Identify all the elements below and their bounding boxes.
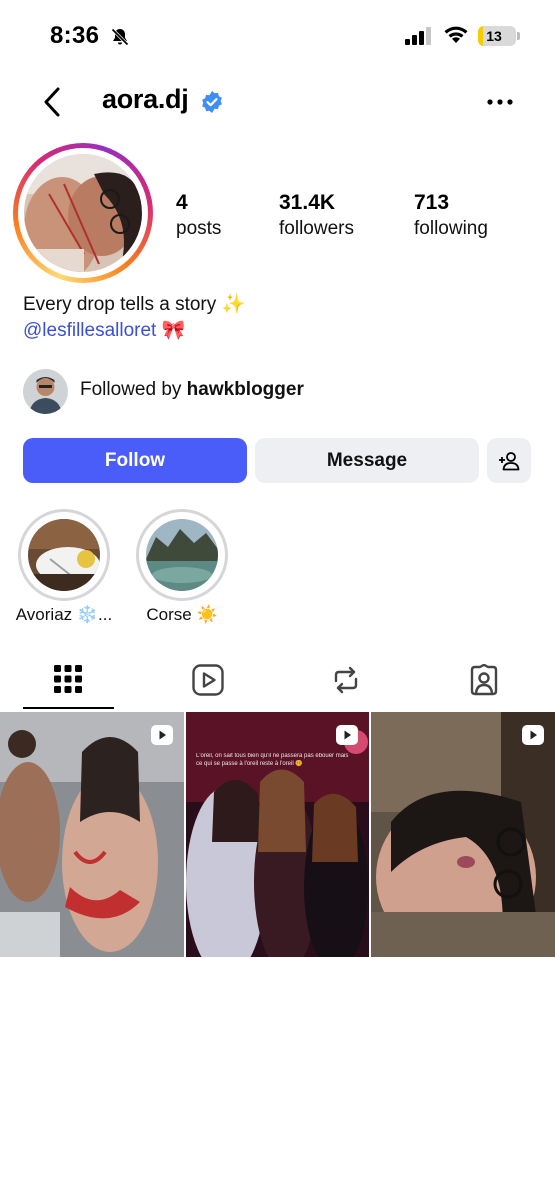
battery-indicator: 13 [478,26,516,46]
post-caption-overlay: L'oreil, on sait tous bien qu'il ne pass… [196,753,349,767]
followed-by-text[interactable]: Followed by hawkblogger [80,379,304,401]
stat-following-value: 713 [414,191,450,214]
more-horizontal-icon [487,99,513,105]
bio-mention-link[interactable]: @lesfillesalloret 🎀 [23,318,185,342]
highlight-label: Corse ☀️ [146,605,218,624]
highlight-cover-image [28,519,100,591]
battery-level: 13 [486,28,502,44]
post-thumbnail[interactable] [0,712,184,957]
highlight-label: Avoriaz ❄️... [15,605,113,624]
reel-play-icon [522,725,544,745]
verified-badge-icon [202,91,222,113]
stat-posts[interactable]: 4 posts [176,190,221,242]
suggested-accounts-button[interactable] [487,438,531,483]
post-thumbnail[interactable] [371,712,555,957]
tab-reels[interactable] [162,660,252,712]
cellular-signal-icon [405,27,431,45]
grid-icon [54,665,82,693]
add-person-icon [499,452,520,471]
stat-following[interactable]: 713 following [414,190,488,242]
post-thumbnail[interactable]: L'oreil, on sait tous bien qu'il ne pass… [186,712,369,957]
stat-followers-value: 31.4K [279,191,336,214]
more-options-button[interactable] [484,90,516,114]
bio-text: Every drop tells a story ✨ [23,294,246,315]
mutual-follower-avatar[interactable] [23,369,68,414]
profile-username: aora.dj [102,84,189,114]
stat-followers-label: followers [279,218,354,239]
status-time: 8:36 [50,22,100,49]
status-bar: 8:36 13 [0,0,555,70]
profile-avatar[interactable] [13,143,153,283]
battery-tip [517,32,520,40]
tab-tagged[interactable] [438,660,528,712]
followed-by-username: hawkblogger [186,379,304,400]
stat-followers[interactable]: 31.4K followers [279,190,354,242]
highlight-cover-image [146,519,218,591]
highlight-ring [136,509,228,601]
stat-posts-label: posts [176,218,222,239]
stat-following-label: following [414,218,488,239]
tab-posts-grid[interactable] [23,660,113,712]
repost-icon [334,666,358,694]
reels-icon [192,664,224,696]
tagged-person-icon [470,664,498,696]
followed-by-prefix: Followed by [80,379,187,400]
follow-button[interactable]: Follow [23,438,247,483]
highlight-ring [18,509,110,601]
back-button[interactable] [36,84,70,120]
message-button[interactable]: Message [255,438,479,483]
reel-play-icon [151,725,173,745]
tab-reposts[interactable] [300,660,390,712]
active-tab-indicator [23,707,114,709]
stat-posts-value: 4 [176,191,188,214]
chevron-left-icon [44,87,60,117]
reel-play-icon [336,725,358,745]
bell-slash-icon [111,28,129,46]
avatar-image [24,154,142,272]
wifi-icon [444,26,468,43]
